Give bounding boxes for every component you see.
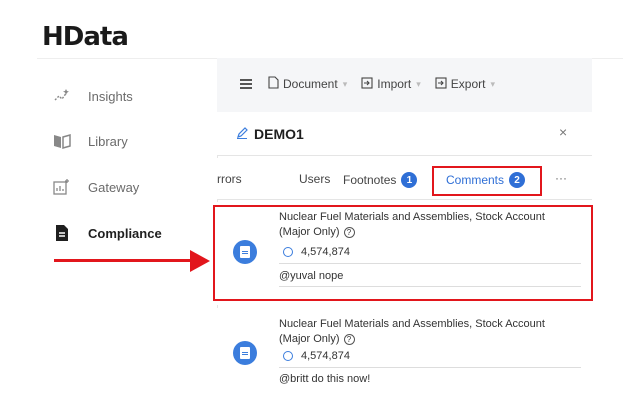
chevron-down-icon: ▾ (490, 78, 495, 89)
sidebar-item-label: Library (88, 133, 128, 149)
sidebar-item-library[interactable]: Library (52, 129, 128, 153)
sidebar-item-label: Insights (88, 88, 133, 104)
hdata-logo[interactable]: HData (42, 22, 129, 52)
pencil-icon[interactable] (236, 126, 248, 142)
sidebar-item-label: Gateway (88, 179, 140, 195)
comment-text: @britt do this now! (279, 373, 371, 385)
gateway-chart-icon (52, 177, 72, 197)
tab-users[interactable]: Users (299, 172, 330, 186)
close-icon[interactable]: × (559, 124, 567, 140)
annotation-arrow (54, 259, 194, 262)
value-icon (283, 351, 293, 361)
sidebar-item-compliance[interactable]: Compliance (52, 221, 162, 245)
sidebar-item-label: Compliance (88, 225, 162, 241)
import-menu-button[interactable]: Import ▾ (361, 76, 421, 92)
toolbar: Document ▾ Import ▾ Export ▾ (217, 70, 509, 98)
comment-avatar-icon (233, 341, 257, 365)
import-icon (361, 76, 373, 92)
annotation-highlight-comment (213, 205, 593, 301)
sidebar-item-insights[interactable]: Insights (52, 84, 133, 108)
comment-account-title: Nuclear Fuel Materials and Assemblies, S… (279, 318, 545, 345)
book-icon (52, 131, 72, 151)
tab-footnotes[interactable]: Footnotes 1 (343, 172, 418, 188)
annotation-arrow-head (190, 250, 210, 272)
sidebar-item-gateway[interactable]: Gateway (52, 175, 139, 199)
sparkle-icon (52, 86, 72, 106)
document-menu-button[interactable]: Document ▾ (268, 76, 347, 92)
document-icon (52, 223, 72, 243)
page-icon (268, 76, 279, 92)
menu-icon[interactable] (240, 77, 252, 91)
more-options-icon[interactable]: ··· (555, 171, 567, 185)
chevron-down-icon: ▾ (416, 78, 421, 89)
comment-value: 4,574,874 (283, 350, 350, 362)
panel-title: DEMO1 (236, 126, 304, 142)
export-menu-button[interactable]: Export ▾ (435, 76, 495, 92)
count-badge: 1 (401, 172, 418, 188)
help-icon[interactable]: ? (343, 334, 355, 345)
chevron-down-icon: ▾ (342, 78, 348, 89)
annotation-highlight-comments-tab (432, 166, 542, 196)
tab-errors[interactable]: rrors (217, 172, 242, 186)
export-icon (435, 76, 447, 92)
divider (279, 367, 581, 368)
